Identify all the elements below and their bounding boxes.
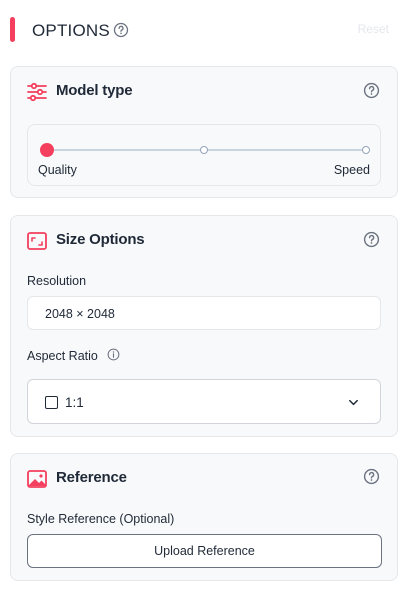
- resolution-field[interactable]: 2048 × 2048: [27, 296, 381, 330]
- slider-stop-middle[interactable]: [200, 146, 208, 154]
- chevron-down-icon: [349, 399, 358, 406]
- resolution-label: Resolution: [27, 274, 87, 288]
- size-options-help-icon[interactable]: [363, 231, 380, 248]
- size-options-card: Size Options Resolution 2048 × 2048 Aspe…: [10, 215, 398, 437]
- slider-max-label: Speed: [333, 163, 370, 177]
- aspect-ratio-value: 1:1: [65, 395, 84, 410]
- slider-min-label: Quality: [38, 163, 77, 177]
- model-type-title: Model type: [56, 82, 133, 99]
- slider-stop-end[interactable]: [362, 146, 370, 154]
- aspect-ratio-select[interactable]: 1:1: [27, 379, 381, 424]
- info-icon[interactable]: [107, 348, 120, 361]
- size-options-title: Size Options: [56, 231, 145, 248]
- aspect-ratio-label: Aspect Ratio: [27, 349, 98, 363]
- help-icon[interactable]: [113, 22, 129, 38]
- page-title: OPTIONS: [32, 21, 110, 40]
- upload-reference-button[interactable]: Upload Reference: [27, 534, 382, 568]
- reference-card: Reference Style Reference (Optional) Upl…: [10, 453, 398, 581]
- resize-frame-icon: [27, 232, 47, 250]
- reference-help-icon[interactable]: [363, 468, 380, 485]
- reset-button[interactable]: Reset: [358, 22, 389, 36]
- image-icon: [27, 470, 47, 488]
- style-reference-label: Style Reference (Optional): [27, 512, 175, 526]
- sliders-icon: [27, 82, 47, 102]
- accent-bar: [10, 17, 15, 42]
- model-type-slider: Quality Speed: [27, 124, 381, 186]
- square-ratio-icon: [45, 396, 58, 409]
- options-header: OPTIONS Reset: [0, 14, 403, 46]
- slider-track[interactable]: [48, 149, 368, 151]
- model-type-help-icon[interactable]: [363, 82, 380, 99]
- slider-thumb[interactable]: [40, 143, 54, 157]
- model-type-card: Model type Quality Speed: [10, 66, 398, 198]
- reference-title: Reference: [56, 469, 127, 486]
